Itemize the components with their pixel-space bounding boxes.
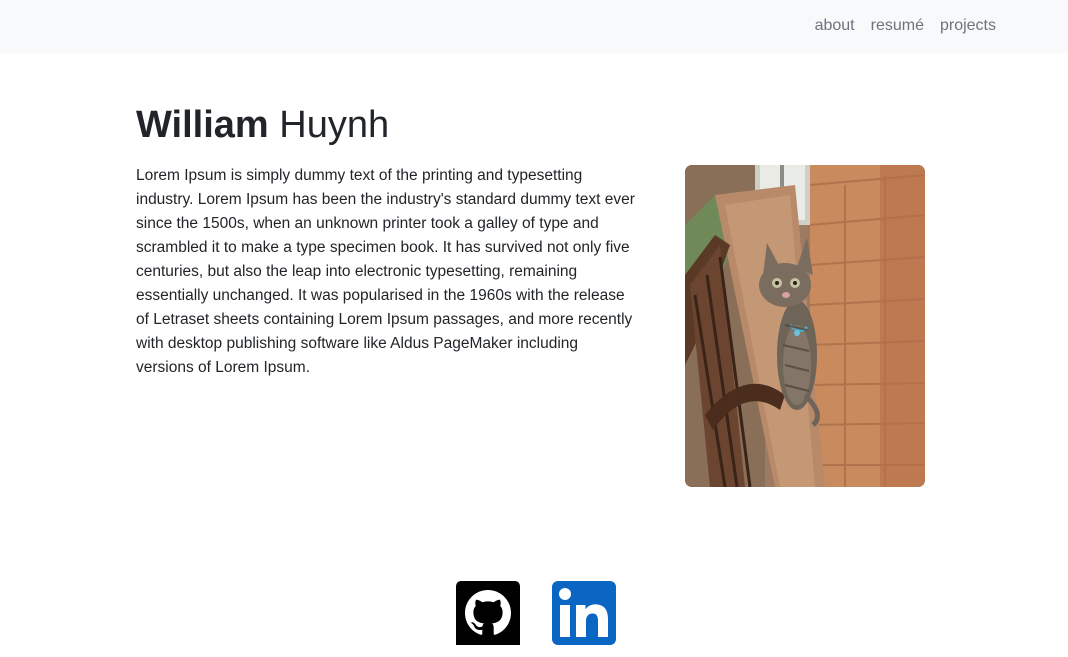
page-title: William Huynh	[136, 100, 389, 150]
linkedin-icon	[552, 581, 616, 645]
bio-paragraph: Lorem Ipsum is simply dummy text of the …	[136, 167, 635, 376]
nav-links: about resumé projects	[815, 15, 996, 37]
nav-link-about[interactable]: about	[815, 15, 855, 37]
last-name: Huynh	[279, 104, 390, 146]
github-link[interactable]	[456, 581, 520, 645]
top-navbar: about resumé projects	[0, 0, 1068, 53]
nav-link-resume[interactable]: resumé	[871, 15, 924, 37]
first-name: William	[136, 104, 269, 146]
social-links	[456, 581, 616, 645]
linkedin-link[interactable]	[552, 581, 616, 645]
profile-photo	[685, 165, 925, 487]
github-icon	[456, 581, 520, 645]
nav-link-projects[interactable]: projects	[940, 15, 996, 37]
